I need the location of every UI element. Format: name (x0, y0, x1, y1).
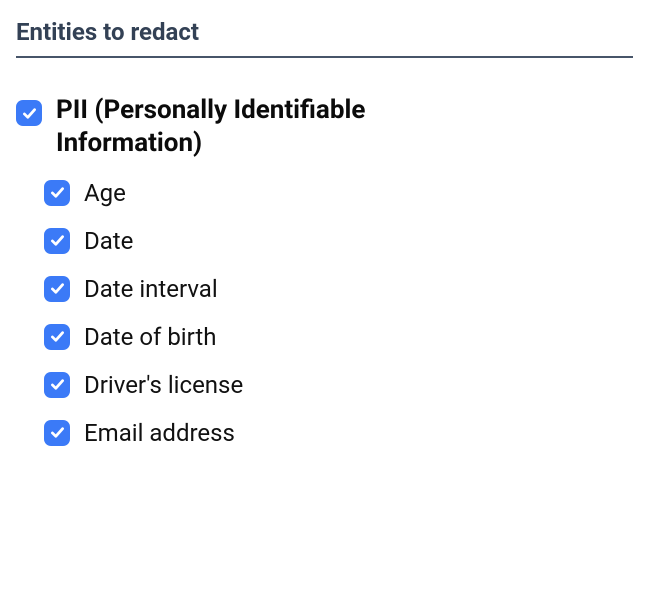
checkbox-date-of-birth[interactable] (44, 324, 70, 350)
checkbox-pii[interactable] (16, 100, 42, 126)
list-item: Age (16, 179, 633, 207)
checkbox-email-address[interactable] (44, 420, 70, 446)
checkmark-icon (49, 424, 66, 441)
checkmark-icon (49, 280, 66, 297)
list-item: Driver's license (16, 371, 633, 399)
item-label: Date interval (84, 275, 218, 303)
list-item: Email address (16, 419, 633, 447)
checkmark-icon (49, 376, 66, 393)
list-item: Date of birth (16, 323, 633, 351)
checkbox-drivers-license[interactable] (44, 372, 70, 398)
section-title: Entities to redact (16, 18, 633, 58)
entity-group: PII (Personally Identifiable Information… (16, 94, 633, 467)
checkbox-age[interactable] (44, 180, 70, 206)
group-label: PII (Personally Identifiable Information… (56, 94, 496, 161)
checkbox-date-interval[interactable] (44, 276, 70, 302)
item-label: Date of birth (84, 323, 216, 351)
item-label: Age (84, 179, 126, 207)
list-item: Date interval (16, 275, 633, 303)
checkmark-icon (49, 232, 66, 249)
list-item: Date (16, 227, 633, 255)
checkmark-icon (21, 105, 38, 122)
checkmark-icon (49, 328, 66, 345)
item-label: Email address (84, 419, 235, 447)
checkmark-icon (49, 184, 66, 201)
item-label: Date (84, 227, 133, 255)
group-header-row: PII (Personally Identifiable Information… (16, 94, 633, 161)
item-label: Driver's license (84, 371, 243, 399)
checkbox-date[interactable] (44, 228, 70, 254)
